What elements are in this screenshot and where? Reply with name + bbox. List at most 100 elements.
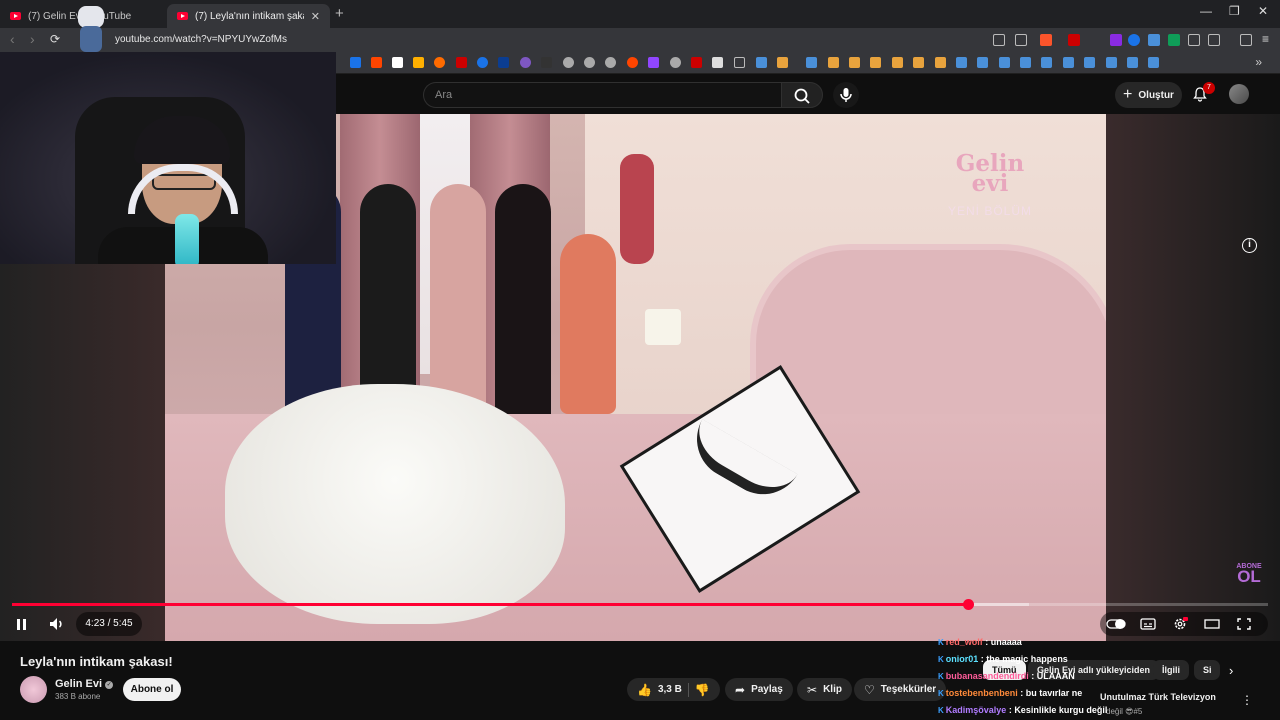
bookmark-check-icon[interactable]: [1127, 57, 1138, 68]
sidebar-icon[interactable]: [1208, 34, 1220, 46]
close-icon[interactable]: ✕: [311, 10, 320, 23]
like-count[interactable]: 3,3 B: [658, 684, 682, 695]
channel-avatar[interactable]: [20, 676, 47, 703]
bookmark-orange-icon[interactable]: [870, 57, 881, 68]
forward-button[interactable]: ›: [30, 31, 35, 47]
bookmark-orange-icon[interactable]: [892, 57, 903, 68]
scrubber-handle[interactable]: [962, 599, 974, 610]
bookmark-globe-icon[interactable]: [605, 57, 616, 68]
bookmark-check-icon[interactable]: [956, 57, 967, 68]
share-label: Paylaş: [751, 684, 783, 695]
subscribe-button[interactable]: Abone ol: [123, 678, 181, 701]
theater-mode-icon[interactable]: [1204, 617, 1220, 631]
create-button[interactable]: + Oluştur: [1115, 82, 1182, 108]
thumbs-down-icon[interactable]: 👎: [695, 683, 710, 697]
thumbs-up-icon[interactable]: 👍: [637, 683, 652, 697]
info-icon[interactable]: i: [1242, 238, 1257, 253]
share-button[interactable]: ➦ Paylaş: [725, 678, 793, 701]
chat-username: onior01: [945, 654, 979, 664]
bookmark-check-icon[interactable]: [1106, 57, 1117, 68]
microphone-icon: [840, 88, 852, 102]
bookmark-icon[interactable]: [350, 57, 361, 68]
chevron-right-icon[interactable]: ›: [1229, 663, 1233, 678]
back-button[interactable]: ‹: [10, 31, 15, 47]
bookmark-orange-icon[interactable]: [434, 57, 445, 68]
voice-search-button[interactable]: [833, 82, 859, 108]
menu-icon[interactable]: ≡: [1262, 32, 1269, 46]
clip-button[interactable]: ✂ Klip: [797, 678, 852, 701]
tab-current-video[interactable]: (7) Leyla'nın intikam şakası! - YouTube …: [167, 4, 330, 28]
bookmark-check-icon[interactable]: [1084, 57, 1095, 68]
subscribe-watermark[interactable]: ABONE OL: [1233, 563, 1265, 586]
account-avatar[interactable]: [1229, 84, 1249, 104]
bookmark-check-icon[interactable]: [1041, 57, 1052, 68]
verified-icon: ✓: [105, 681, 114, 689]
share-page-icon[interactable]: [1015, 34, 1027, 46]
bookmark-nba-icon[interactable]: [498, 57, 509, 68]
bookmark-globe-icon[interactable]: [563, 57, 574, 68]
bookmark-check-icon[interactable]: [806, 57, 817, 68]
extensions-puzzle-icon[interactable]: [1188, 34, 1200, 46]
extension-adblock-icon[interactable]: [1068, 34, 1080, 46]
search-input[interactable]: Ara: [423, 82, 781, 108]
bookmark-orange-icon[interactable]: [849, 57, 860, 68]
extension-green-icon[interactable]: [1168, 34, 1180, 46]
autoplay-toggle-icon[interactable]: [1106, 617, 1126, 631]
bookmark-check-icon[interactable]: [1063, 57, 1074, 68]
bookmark-play-icon[interactable]: [477, 57, 488, 68]
extension-purple-icon[interactable]: [1110, 34, 1122, 46]
bookmark-red-icon[interactable]: [691, 57, 702, 68]
address-bar[interactable]: youtube.com/watch?v=NPYUYwZofMs: [115, 34, 287, 45]
settings-gear-icon[interactable]: [1172, 617, 1188, 631]
bookmark-check-icon[interactable]: [977, 57, 988, 68]
bookmark-p-icon[interactable]: [392, 57, 403, 68]
fullscreen-icon[interactable]: [1236, 617, 1252, 631]
bookmark-orange-icon[interactable]: [935, 57, 946, 68]
new-tab-button[interactable]: +: [335, 5, 344, 22]
bookmark-check-icon[interactable]: [999, 57, 1010, 68]
brave-shield-icon[interactable]: [1040, 34, 1052, 46]
media-control-icon[interactable]: [1240, 34, 1252, 46]
show-logo-line2: evi: [971, 170, 1009, 197]
more-options-icon[interactable]: ⋮: [1241, 693, 1253, 707]
search-button[interactable]: [781, 82, 823, 108]
bookmark-folder-icon[interactable]: [734, 57, 745, 68]
bookmark-globe-icon[interactable]: [670, 57, 681, 68]
progress-played: [12, 603, 968, 606]
bookmark-orange-icon[interactable]: [828, 57, 839, 68]
bookmark-square-icon[interactable]: [712, 57, 723, 68]
bookmark-check-icon[interactable]: [1020, 57, 1031, 68]
bookmark-twitch-icon[interactable]: [648, 57, 659, 68]
bookmark-a-icon[interactable]: [413, 57, 424, 68]
pause-button[interactable]: [8, 612, 34, 636]
thanks-button[interactable]: ♡ Teşekkürler: [854, 678, 947, 701]
channel-name[interactable]: Gelin Evi ✓: [55, 678, 114, 690]
chip-partial[interactable]: Si: [1194, 660, 1220, 680]
bookmark-globe-icon[interactable]: [584, 57, 595, 68]
cast-icon[interactable]: [993, 34, 1005, 46]
bookmark-orange-icon[interactable]: [777, 57, 788, 68]
watermark-bottom: OL: [1237, 567, 1261, 586]
reload-icon[interactable]: ⟳: [50, 32, 60, 46]
close-window-button[interactable]: ✕: [1258, 4, 1268, 18]
extension-window-icon[interactable]: [1148, 34, 1160, 46]
bookmark-orange-icon[interactable]: [913, 57, 924, 68]
maximize-button[interactable]: ❐: [1229, 4, 1240, 18]
bookmark-check-icon[interactable]: [756, 57, 767, 68]
minimize-button[interactable]: —: [1200, 4, 1212, 18]
captions-icon[interactable]: [1140, 617, 1156, 631]
volume-icon[interactable]: [42, 612, 68, 636]
progress-bar[interactable]: [12, 599, 1268, 610]
chevron-right-icon[interactable]: »: [1255, 55, 1262, 69]
scene-person: [560, 234, 616, 414]
scene-heart-decor: [620, 154, 654, 264]
bookmark-purple-icon[interactable]: [520, 57, 531, 68]
bookmark-reddit-icon[interactable]: [627, 57, 638, 68]
chat-username: Kadimşövalye: [945, 705, 1007, 715]
channel-name-text[interactable]: Gelin Evi: [55, 678, 102, 690]
bookmark-kick-icon[interactable]: [541, 57, 552, 68]
bookmark-check-icon[interactable]: [1148, 57, 1159, 68]
extension-blue-icon[interactable]: [1128, 34, 1140, 46]
bookmark-red-icon[interactable]: [456, 57, 467, 68]
bookmark-reddit-icon[interactable]: [371, 57, 382, 68]
